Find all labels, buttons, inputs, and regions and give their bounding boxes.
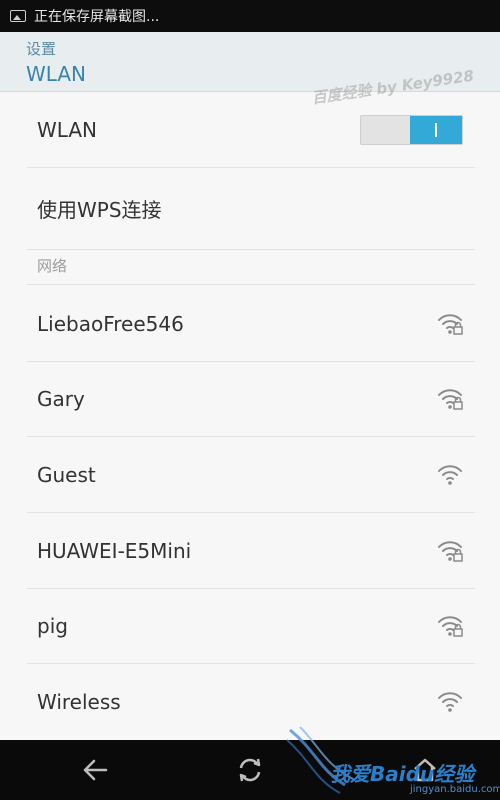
wifi-icon	[438, 692, 462, 712]
network-name: Guest	[37, 462, 96, 487]
status-text: 正在保存屏幕截图...	[34, 9, 160, 25]
network-name: Gary	[37, 387, 85, 411]
wifi-locked-icon	[438, 314, 463, 335]
wifi-locked-icon	[438, 389, 463, 410]
back-icon[interactable]	[80, 755, 110, 785]
network-name: HUAWEI-E5Mini	[37, 538, 192, 563]
network-name: LiebaoFree546	[37, 312, 184, 336]
network-item[interactable]: pig	[27, 589, 475, 664]
settings-back-link[interactable]: 设置	[26, 38, 56, 59]
section-label: 网络	[37, 257, 68, 275]
status-bar: 正在保存屏幕截图...	[0, 0, 500, 32]
network-item[interactable]: Gary	[27, 362, 475, 437]
brand-url: jingyan.baidu.com	[410, 784, 500, 795]
network-name: pig	[37, 614, 68, 638]
wlan-switch[interactable]	[360, 115, 463, 145]
network-item[interactable]: Guest	[27, 437, 475, 513]
network-item[interactable]: HUAWEI-E5Mini	[27, 513, 475, 589]
switch-knob	[410, 116, 462, 144]
refresh-icon[interactable]	[235, 755, 265, 785]
header: 设置 WLAN 百度经验 by Key9928	[0, 32, 500, 107]
network-item[interactable]: Wireless	[27, 664, 475, 740]
wlan-toggle-row[interactable]: WLAN	[27, 93, 475, 168]
page-title: WLAN	[26, 62, 87, 86]
network-item[interactable]: LiebaoFree546	[27, 287, 475, 362]
wifi-locked-icon	[438, 540, 463, 562]
wps-label: 使用WPS连接	[37, 198, 162, 222]
wifi-locked-icon	[438, 616, 463, 637]
network-section-header: 网络	[27, 250, 475, 285]
wlan-label: WLAN	[37, 118, 98, 142]
screenshot-icon	[10, 10, 26, 22]
wifi-icon	[438, 464, 462, 485]
brand-logo-text: 我爱Baidu经验	[330, 762, 475, 786]
network-name: Wireless	[37, 690, 121, 714]
wps-connect-row[interactable]: 使用WPS连接	[27, 168, 475, 250]
baidu-brand: 我爱Baidu经验 jingyan.baidu.com	[330, 758, 500, 795]
